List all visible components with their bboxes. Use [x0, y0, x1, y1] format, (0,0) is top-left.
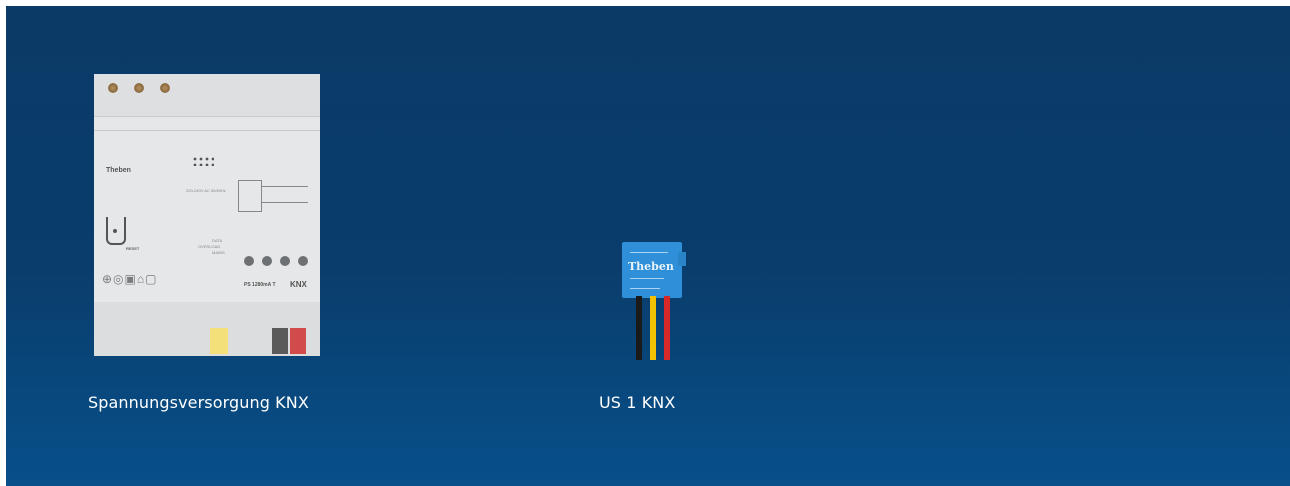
us1-label-line: [630, 278, 664, 279]
terminal-screw-icon: [160, 83, 170, 93]
led-indicator-icon: [280, 256, 290, 266]
us1-brand: Theben: [628, 260, 674, 273]
wire-yellow-icon: [650, 296, 656, 360]
led-indicator-icon: [298, 256, 308, 266]
terminal-screw-icon: [108, 83, 118, 93]
terminal-yellow-icon: [210, 328, 228, 354]
terminal-grey-icon: [272, 328, 288, 354]
led-label-overload: OVERLOAD: [198, 244, 221, 249]
wire-black-icon: [636, 296, 642, 360]
transformer-symbol-icon: [238, 180, 262, 212]
output-line: [262, 186, 308, 187]
reset-button-icon: [106, 217, 126, 245]
device-model: PS 1280mA T: [244, 282, 276, 288]
terminal-red-icon: [290, 328, 306, 354]
us1-label-line: [630, 288, 660, 289]
rib-divider: [94, 130, 320, 131]
output-line: [262, 202, 308, 203]
logo-dots-icon: [192, 156, 214, 166]
led-indicator-icon: [244, 256, 254, 266]
knx-logo: KNX: [290, 280, 307, 289]
led-label-mains: MAINS: [212, 250, 225, 255]
product-caption-power-supply[interactable]: Spannungsversorgung KNX: [88, 393, 309, 412]
device-power-rating: 220-240V AC 50/60Hz: [186, 188, 226, 193]
product-panel: Theben 220-240V AC 50/60Hz RESET DATA OV…: [6, 6, 1290, 486]
product-caption-us1-knx[interactable]: US 1 KNX: [599, 393, 675, 412]
led-label-data: DATA: [212, 238, 223, 243]
wire-red-icon: [664, 296, 670, 360]
certification-symbols-icon: ⊕◎▣⌂▢: [102, 272, 158, 286]
us1-label-line: [630, 252, 668, 253]
reset-label: RESET: [126, 246, 140, 251]
rib-divider: [94, 116, 320, 117]
power-supply-top-strip: [94, 74, 320, 116]
led-indicator-icon: [262, 256, 272, 266]
us1-tab: [678, 252, 686, 266]
terminal-screw-icon: [134, 83, 144, 93]
product-image-power-supply[interactable]: Theben 220-240V AC 50/60Hz RESET DATA OV…: [94, 74, 320, 356]
product-image-us1-knx[interactable]: Theben: [618, 242, 686, 360]
device-brand: Theben: [106, 167, 131, 174]
